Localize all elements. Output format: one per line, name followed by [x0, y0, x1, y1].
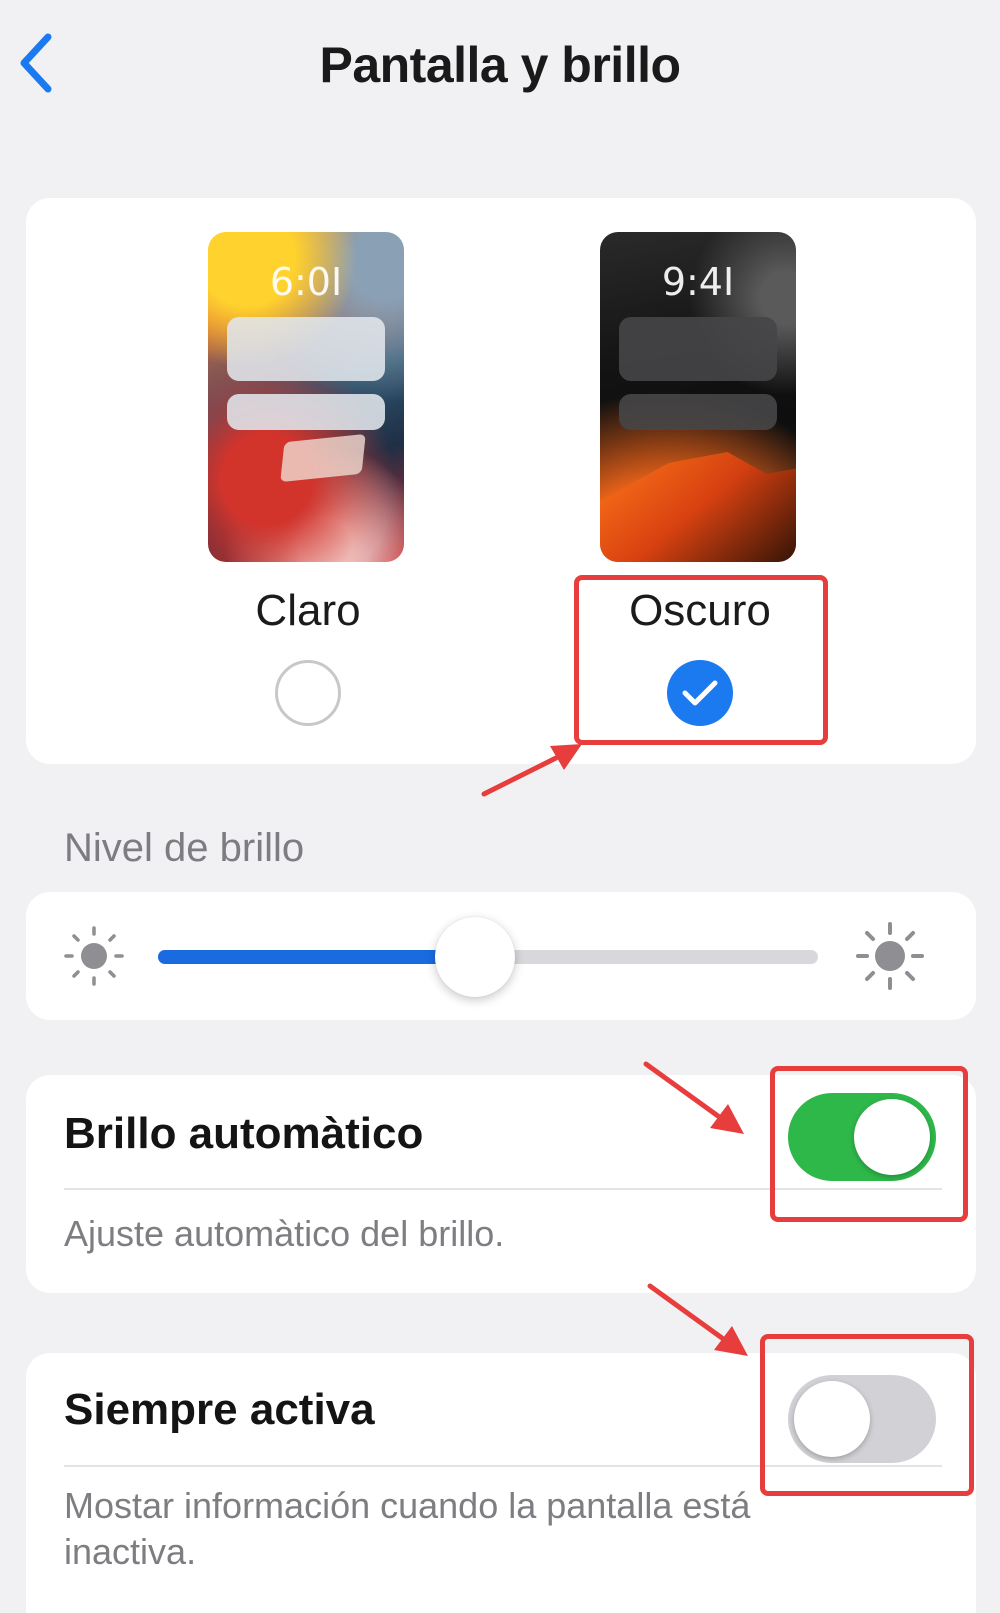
- checkmark-icon: [682, 680, 718, 706]
- brightness-slider-thumb[interactable]: [434, 917, 515, 997]
- brightness-slider-fill: [158, 950, 475, 964]
- preview-widget: [227, 394, 385, 430]
- auto-brightness-title: Brillo automàtico: [64, 1109, 424, 1158]
- divider: [64, 1188, 942, 1190]
- auto-brightness-card: Brillo automàtico Ajuste automàtico del …: [26, 1075, 976, 1293]
- brightness-card: [26, 892, 976, 1020]
- page-title: Pantalla y brillo: [319, 37, 681, 93]
- always-on-title: Siempre activa: [64, 1385, 375, 1434]
- auto-brightness-toggle[interactable]: [788, 1093, 936, 1181]
- divider: [64, 1465, 942, 1467]
- appearance-option-light[interactable]: 6:0I Claro: [208, 232, 408, 726]
- always-on-card: Siempre activa Mostar información cuando…: [26, 1353, 976, 1613]
- brightness-section-label: Nivel de brillo: [64, 826, 305, 870]
- appearance-card: 6:0I Claro 9:4I Oscuro: [26, 198, 976, 764]
- toggle-knob: [794, 1381, 870, 1457]
- dark-mode-radio[interactable]: [667, 660, 733, 726]
- wallpaper-shape: [600, 452, 796, 562]
- light-mode-preview[interactable]: 6:0I: [208, 232, 404, 562]
- sun-large-icon: [856, 922, 924, 990]
- sun-small-icon: [64, 926, 124, 986]
- preview-widget: [619, 317, 777, 381]
- brightness-slider[interactable]: [158, 917, 818, 997]
- toggle-knob: [854, 1099, 930, 1175]
- wallpaper-shape: [280, 433, 366, 483]
- appearance-option-label: Oscuro: [629, 586, 771, 635]
- appearance-option-label: Claro: [255, 586, 361, 635]
- preview-time: 6:0I: [269, 260, 343, 304]
- preview-time: 9:4I: [661, 260, 735, 304]
- preview-widget: [227, 317, 385, 381]
- appearance-option-dark[interactable]: 9:4I Oscuro: [600, 232, 800, 726]
- always-on-toggle[interactable]: [788, 1375, 936, 1463]
- auto-brightness-description: Ajuste automàtico del brillo.: [64, 1213, 505, 1254]
- always-on-description: Mostar información cuando la pantalla es…: [64, 1485, 751, 1572]
- dark-mode-preview[interactable]: 9:4I: [600, 232, 796, 562]
- light-mode-radio[interactable]: [275, 660, 341, 726]
- preview-widget: [619, 394, 777, 430]
